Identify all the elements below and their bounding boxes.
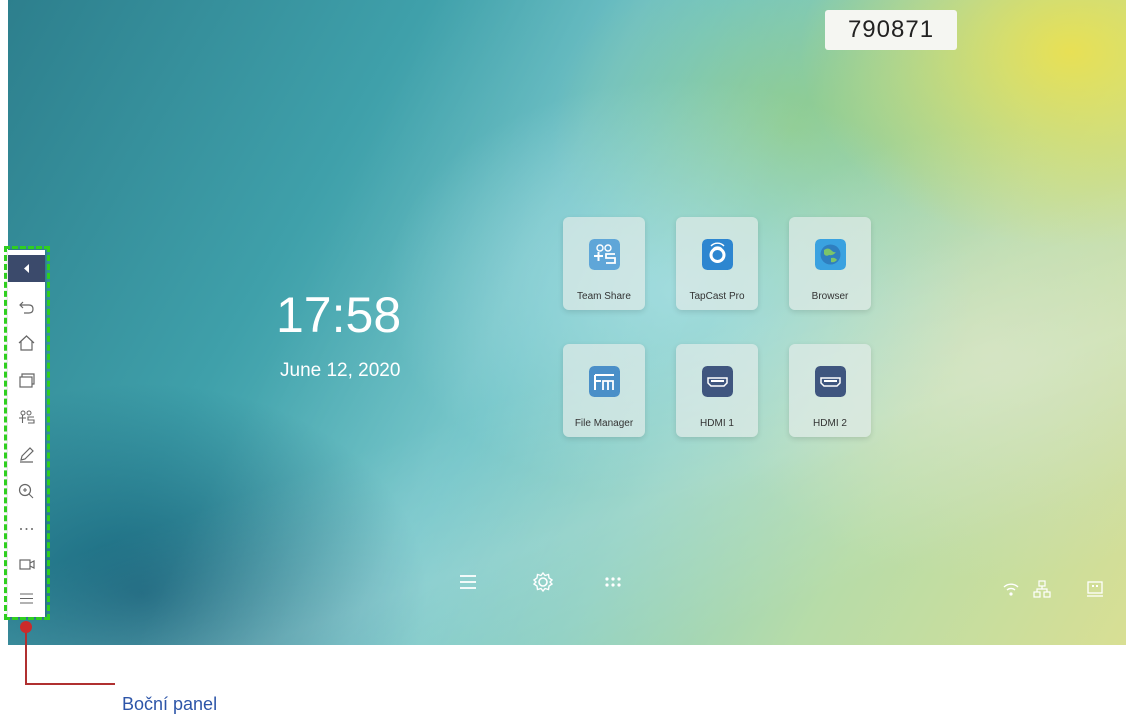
app-team-share[interactable]: Team Share xyxy=(563,217,645,310)
app-browser[interactable]: Browser xyxy=(789,217,871,310)
sidebar-highlight-frame xyxy=(4,246,50,620)
tapcast-icon xyxy=(702,239,733,270)
app-label: File Manager xyxy=(574,418,634,429)
folder-icon xyxy=(589,366,620,397)
app-hdmi-1[interactable]: HDMI 1 xyxy=(676,344,758,437)
clock-date: June 12, 2020 xyxy=(280,360,401,381)
hdmi-icon xyxy=(702,366,733,397)
callout-marker xyxy=(20,621,32,633)
callout-line xyxy=(25,630,27,685)
display-icon xyxy=(1087,581,1103,597)
app-label: TapCast Pro xyxy=(689,291,745,302)
bottom-dock xyxy=(453,567,633,597)
clock-time: 17:58 xyxy=(276,287,402,343)
network-icon xyxy=(1033,580,1051,598)
app-label: Team Share xyxy=(577,291,631,302)
app-tapcast-pro[interactable]: TapCast Pro xyxy=(676,217,758,310)
wifi-icon xyxy=(1003,583,1019,596)
callout-label: Boční panel xyxy=(122,694,218,714)
desktop-screen: 790871 17:58 June 12, 2020 Team Share Ta… xyxy=(8,0,1126,645)
app-label: HDMI 1 xyxy=(700,418,734,429)
team-share-icon xyxy=(589,239,620,270)
app-label: Browser xyxy=(811,291,849,302)
menu-icon[interactable] xyxy=(453,567,483,597)
apps-grid-icon[interactable] xyxy=(598,567,628,597)
hdmi-icon xyxy=(815,366,846,397)
callout-line xyxy=(25,683,115,685)
app-hdmi-2[interactable]: HDMI 2 xyxy=(789,344,871,437)
connection-code: 790871 xyxy=(825,10,957,50)
app-file-manager[interactable]: File Manager xyxy=(563,344,645,437)
app-label: HDMI 2 xyxy=(813,418,847,429)
settings-icon[interactable] xyxy=(528,567,558,597)
globe-icon xyxy=(815,239,846,270)
